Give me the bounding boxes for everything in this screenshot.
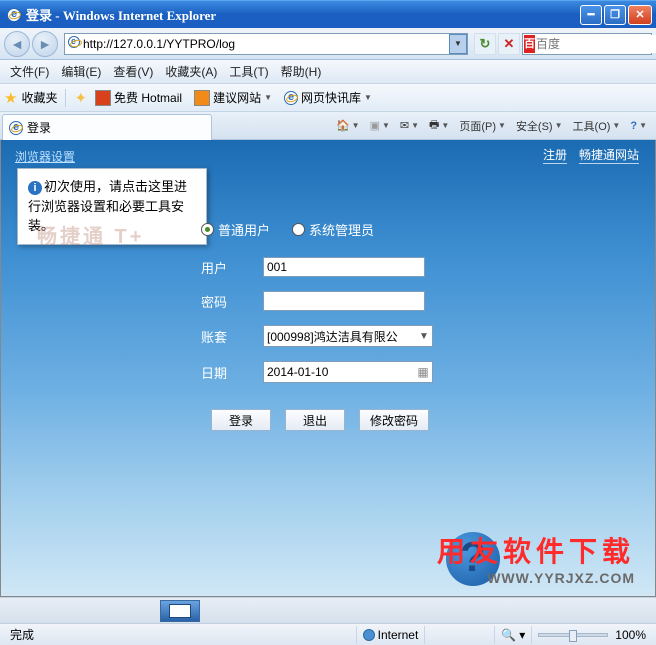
page-menu[interactable]: 页面(P)▼ <box>456 116 509 136</box>
window-titlebar: e 登录 - Windows Internet Explorer ━ ❐ ✕ <box>0 0 656 28</box>
add-fav-icon[interactable]: ✦ <box>74 89 87 107</box>
help-button[interactable]: ?▼ <box>627 118 650 134</box>
bookmark-hotmail[interactable]: 免费 Hotmail <box>91 87 186 108</box>
search-box[interactable]: 百 <box>522 33 652 55</box>
print-button[interactable]: 🖶▼ <box>426 114 452 137</box>
ie-small-icon: e <box>284 91 298 105</box>
menu-help[interactable]: 帮助(H) <box>275 60 328 83</box>
site-watermark: 用友软件下载 WWW.YYRJXZ.COM <box>437 530 635 586</box>
menu-favorites[interactable]: 收藏夹(A) <box>159 60 223 83</box>
menu-view[interactable]: 查看(V) <box>107 60 159 83</box>
tools-menu[interactable]: 工具(O)▼ <box>570 116 624 136</box>
login-button[interactable]: 登录 <box>211 409 271 431</box>
protected-mode <box>425 626 495 644</box>
chevron-down-icon: ▼ <box>364 93 372 102</box>
browser-tab[interactable]: e 登录 <box>2 114 212 140</box>
hotmail-icon <box>95 90 111 106</box>
favorites-label[interactable]: 收藏夹 <box>21 89 57 106</box>
address-bar[interactable]: e ▼ <box>64 33 468 55</box>
account-select[interactable]: [000998]鸿达洁具有限公 ▼ <box>263 325 433 347</box>
menu-tools[interactable]: 工具(T) <box>223 60 274 83</box>
date-label: 日期 <box>201 363 263 382</box>
feeds-button[interactable]: ▣▼ <box>367 117 393 134</box>
refresh-button[interactable]: ↻ <box>474 33 496 55</box>
page-icon: e <box>65 36 83 51</box>
back-button[interactable]: ◄ <box>4 31 30 57</box>
safety-menu[interactable]: 安全(S)▼ <box>513 116 566 136</box>
globe-icon <box>363 629 375 641</box>
chevron-down-icon: ▼ <box>416 331 432 342</box>
login-form: 普通用户 系统管理员 用户 密码 账套 [000998]鸿达洁具有限公 ▼ 日期 <box>201 220 481 431</box>
close-button[interactable]: ✕ <box>628 5 652 25</box>
date-input[interactable]: 2014-01-10 ▦ <box>263 361 433 383</box>
taskbar-item[interactable] <box>160 600 200 622</box>
change-password-button[interactable]: 修改密码 <box>359 409 429 431</box>
zone-indicator[interactable]: Internet <box>357 626 426 644</box>
stop-button[interactable]: ✕ <box>498 33 520 55</box>
bookmark-slices[interactable]: e 网页快讯库 ▼ <box>280 87 376 108</box>
browser-settings-link[interactable]: 浏览器设置 <box>15 148 75 165</box>
password-label: 密码 <box>201 292 263 311</box>
favorites-star-icon[interactable]: ★ <box>4 89 17 107</box>
mail-button[interactable]: ✉▼ <box>397 117 422 134</box>
status-spacer <box>327 626 357 644</box>
user-label: 用户 <box>201 258 263 277</box>
brand-watermark: 畅捷通 T+ <box>37 220 144 249</box>
status-text: 完成 <box>4 626 327 644</box>
minimize-button[interactable]: ━ <box>580 5 602 25</box>
role-user-radio[interactable]: 普通用户 <box>201 220 270 239</box>
zoom-slider[interactable]: 100% <box>532 626 652 644</box>
password-input[interactable] <box>263 291 425 311</box>
site-link[interactable]: 畅捷通网站 <box>579 146 639 164</box>
info-icon: i <box>28 181 42 195</box>
baidu-icon: 百 <box>524 35 535 53</box>
url-dropdown-button[interactable]: ▼ <box>449 34 467 54</box>
bookmarks-bar: ★ 收藏夹 ✦ 免费 Hotmail 建议网站 ▼ e 网页快讯库 ▼ <box>0 84 656 112</box>
ie-icon: e <box>6 7 22 23</box>
search-input[interactable] <box>536 35 656 53</box>
status-bar: 完成 Internet 🔍▾ 100% <box>0 623 656 645</box>
role-admin-radio[interactable]: 系统管理员 <box>292 220 374 239</box>
nav-toolbar: ◄ ► e ▼ ↻ ✕ 百 <box>0 28 656 60</box>
exit-button[interactable]: 退出 <box>285 409 345 431</box>
menu-bar: 文件(F) 编辑(E) 查看(V) 收藏夹(A) 工具(T) 帮助(H) <box>0 60 656 84</box>
user-input[interactable] <box>263 257 425 277</box>
chevron-down-icon: ▼ <box>264 93 272 102</box>
url-input[interactable] <box>83 35 449 53</box>
taskbar <box>0 597 656 623</box>
page-content: 浏览器设置 注册 畅捷通网站 i初次使用，请点击这里进行浏览器设置和必要工具安装… <box>0 140 656 597</box>
home-button[interactable]: 🏠▼ <box>333 117 363 134</box>
account-label: 账套 <box>201 327 263 346</box>
register-link[interactable]: 注册 <box>543 146 567 164</box>
tab-title: 登录 <box>27 119 51 136</box>
menu-edit[interactable]: 编辑(E) <box>55 60 107 83</box>
menu-file[interactable]: 文件(F) <box>4 60 55 83</box>
separator <box>65 89 66 107</box>
window-title: 登录 - Windows Internet Explorer <box>26 5 580 24</box>
maximize-button[interactable]: ❐ <box>604 5 626 25</box>
zoom-control[interactable]: 🔍▾ <box>495 626 532 644</box>
forward-button[interactable]: ► <box>32 31 58 57</box>
calendar-icon: ▦ <box>414 365 432 379</box>
suggest-icon <box>194 90 210 106</box>
tab-bar: e 登录 🏠▼ ▣▼ ✉▼ 🖶▼ 页面(P)▼ 安全(S)▼ 工具(O)▼ ?▼ <box>0 112 656 140</box>
bookmark-suggest[interactable]: 建议网站 ▼ <box>190 87 276 108</box>
tab-favicon: e <box>9 121 23 135</box>
